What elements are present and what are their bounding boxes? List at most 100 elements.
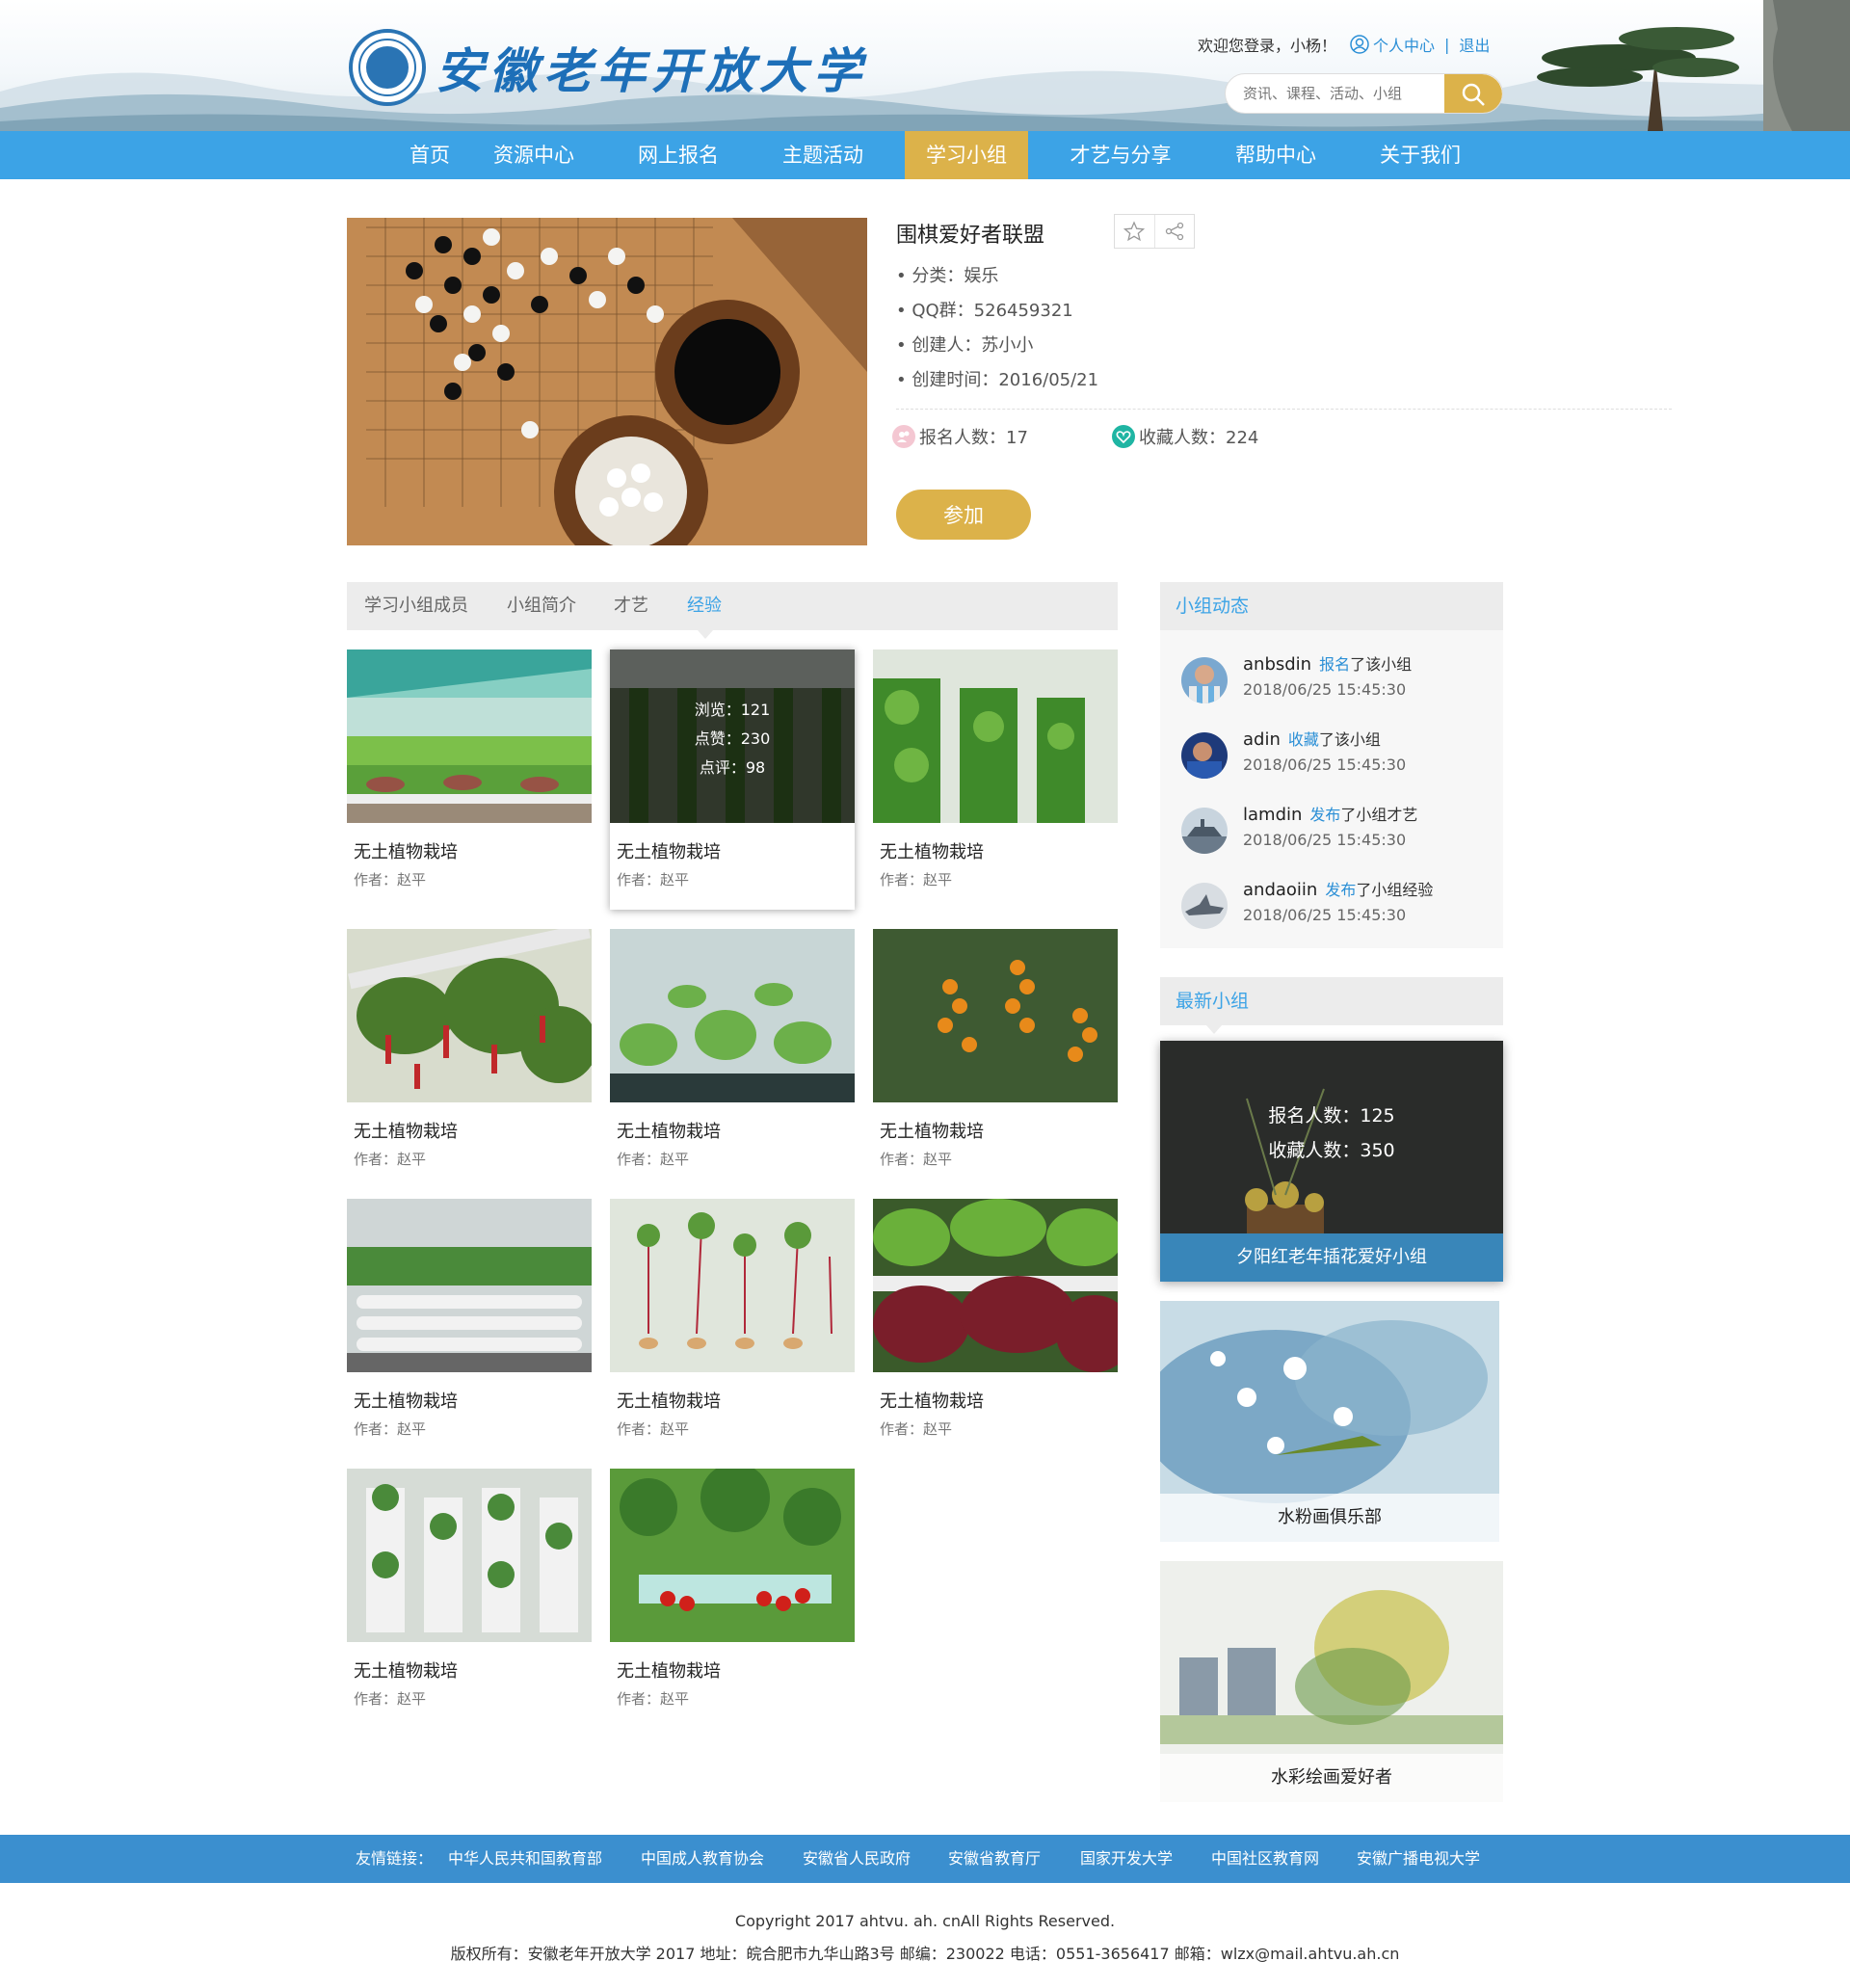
nav-registration[interactable]: 网上报名 [622,131,734,179]
nav-activities[interactable]: 主题活动 [767,131,879,179]
card-image [347,1469,592,1642]
activity-action-link[interactable]: 发布 [1309,806,1340,824]
activity-action-rest: 了该小组 [1350,655,1413,674]
card-title: 无土植物栽培 [354,1392,458,1412]
activity-action-link[interactable]: 收藏 [1288,730,1319,749]
group-title: 围棋爱好者联盟 [896,224,1045,248]
tab-members[interactable]: 学习小组成员 [364,582,468,630]
group-category: • 分类：娱乐 [896,266,999,286]
experience-card[interactable]: 无土植物栽培 作者：赵平 [347,649,592,910]
card-image [873,1199,1118,1372]
copyright-text: Copyright 2017 ahtvu. ah. cnAll Rights R… [734,1912,1116,1930]
site-logo[interactable]: 安徽老年开放大学 [349,29,867,106]
favorite-button[interactable] [1115,215,1154,248]
user-icon[interactable] [1350,35,1369,54]
experience-card-hovered[interactable]: 浏览：121 点赞：230 点评：98 无土植物栽培 作者：赵平 [610,649,855,910]
experience-card[interactable]: 无土植物栽培 作者：赵平 [873,649,1118,910]
activity-user[interactable]: anbsdin [1243,654,1311,675]
join-button[interactable]: 参加 [896,490,1031,540]
welcome-text: 欢迎您登录，小杨！ [1198,37,1337,55]
activity-user[interactable]: lamdin [1243,805,1302,825]
activity-action-link[interactable]: 发布 [1325,881,1356,899]
avatar[interactable] [1181,732,1228,779]
card-image [347,649,592,823]
experience-card[interactable]: 无土植物栽培 作者：赵平 [873,929,1118,1189]
footer-link[interactable]: 国家开发大学 [1080,1835,1173,1883]
search-button[interactable] [1444,74,1502,113]
card-image: 浏览：121 点赞：230 点评：98 [610,649,855,823]
nav-talent-share[interactable]: 才艺与分享 [1056,131,1185,179]
activity-header: 小组动态 [1160,582,1503,630]
personal-center-link[interactable]: 个人中心 [1373,33,1435,56]
nav-study-groups[interactable]: 学习小组 [905,131,1028,179]
share-icon [1165,222,1183,241]
share-button[interactable] [1153,215,1195,248]
card-title: 无土植物栽培 [617,1122,721,1142]
avatar[interactable] [1181,808,1228,854]
activity-action-link[interactable]: 报名 [1319,655,1350,674]
card-title: 无土植物栽培 [354,842,458,862]
tab-intro[interactable]: 小组简介 [507,582,576,630]
card-title: 无土植物栽培 [617,842,721,862]
experience-card[interactable]: 无土植物栽培 作者：赵平 [347,1469,592,1729]
star-icon [1123,221,1146,242]
user-separator: | [1444,35,1450,54]
group-actions [1114,214,1195,249]
card-title: 无土植物栽培 [880,842,984,862]
card-title: 无土植物栽培 [880,1122,984,1142]
activity-action-rest: 了该小组 [1318,730,1381,749]
featured-group-name: 夕阳红老年插花爱好小组 [1160,1233,1503,1282]
views-stat: 浏览：121 [694,701,771,719]
card-author: 作者：赵平 [617,1420,690,1438]
footer-link[interactable]: 安徽广播电视大学 [1357,1835,1480,1883]
nav-resources[interactable]: 资源中心 [478,131,590,179]
site-header: 安徽老年开放大学 欢迎您登录，小杨！ 个人中心 | 退出 [0,0,1850,131]
experience-card[interactable]: 无土植物栽培 作者：赵平 [873,1199,1118,1459]
active-tab-indicator [698,630,713,639]
experience-card[interactable]: 无土植物栽培 作者：赵平 [610,1469,855,1729]
card-image [347,1199,592,1372]
logout-link[interactable]: 退出 [1459,33,1490,56]
card-title: 无土植物栽培 [880,1392,984,1412]
likes-stat: 点赞：230 [694,729,771,748]
featured-favorites: 收藏人数：350 [1268,1140,1395,1161]
user-bar: 欢迎您登录，小杨！ 个人中心 | 退出 [1198,33,1490,56]
activity-action-rest: 了小组才艺 [1340,806,1418,824]
nav-home[interactable]: 首页 [382,131,478,179]
friend-links-bar: 友情链接： 中华人民共和国教育部 中国成人教育协会 安徽省人民政府 安徽省教育厅… [0,1835,1850,1883]
avatar[interactable] [1181,657,1228,703]
experience-card[interactable]: 无土植物栽培 作者：赵平 [610,929,855,1189]
footer-link[interactable]: 中华人民共和国教育部 [448,1835,602,1883]
footer-link[interactable]: 中国成人教育协会 [641,1835,764,1883]
search-input[interactable] [1226,74,1438,113]
experience-card[interactable]: 无土植物栽培 作者：赵平 [610,1199,855,1459]
nav-about[interactable]: 关于我们 [1364,131,1476,179]
group-card[interactable]: 水粉画俱乐部 [1160,1301,1499,1542]
footer-link[interactable]: 安徽省人民政府 [803,1835,911,1883]
card-title: 无土植物栽培 [354,1122,458,1142]
group-name: 水粉画俱乐部 [1160,1494,1499,1542]
activity-user[interactable]: andaoiin [1243,880,1317,900]
avatar[interactable] [1181,883,1228,929]
group-created-date: • 创建时间：2016/05/21 [896,370,1099,390]
footer-link[interactable]: 中国社区教育网 [1211,1835,1319,1883]
card-author: 作者：赵平 [880,1151,953,1168]
activity-time: 2018/06/25 15:45:30 [1243,906,1407,924]
experience-card[interactable]: 无土植物栽培 作者：赵平 [347,929,592,1189]
nav-help[interactable]: 帮助中心 [1220,131,1332,179]
people-icon [892,425,915,448]
experience-card[interactable]: 无土植物栽培 作者：赵平 [347,1199,592,1459]
group-card[interactable]: 水彩绘画爱好者 [1160,1561,1503,1802]
activity-user[interactable]: adin [1243,729,1281,750]
group-name: 水彩绘画爱好者 [1160,1754,1503,1802]
footer-link[interactable]: 安徽省教育厅 [948,1835,1041,1883]
tab-experience[interactable]: 经验 [687,582,722,630]
featured-group-card[interactable]: 报名人数：125 收藏人数：350 夕阳红老年插花爱好小组 [1160,1041,1503,1282]
card-author: 作者：赵平 [880,871,953,888]
tab-talent[interactable]: 才艺 [614,582,648,630]
comments-stat: 点评：98 [699,758,766,777]
info-divider [896,409,1672,410]
card-image [610,1199,855,1372]
featured-signups: 报名人数：125 [1268,1105,1395,1127]
card-image [610,929,855,1102]
